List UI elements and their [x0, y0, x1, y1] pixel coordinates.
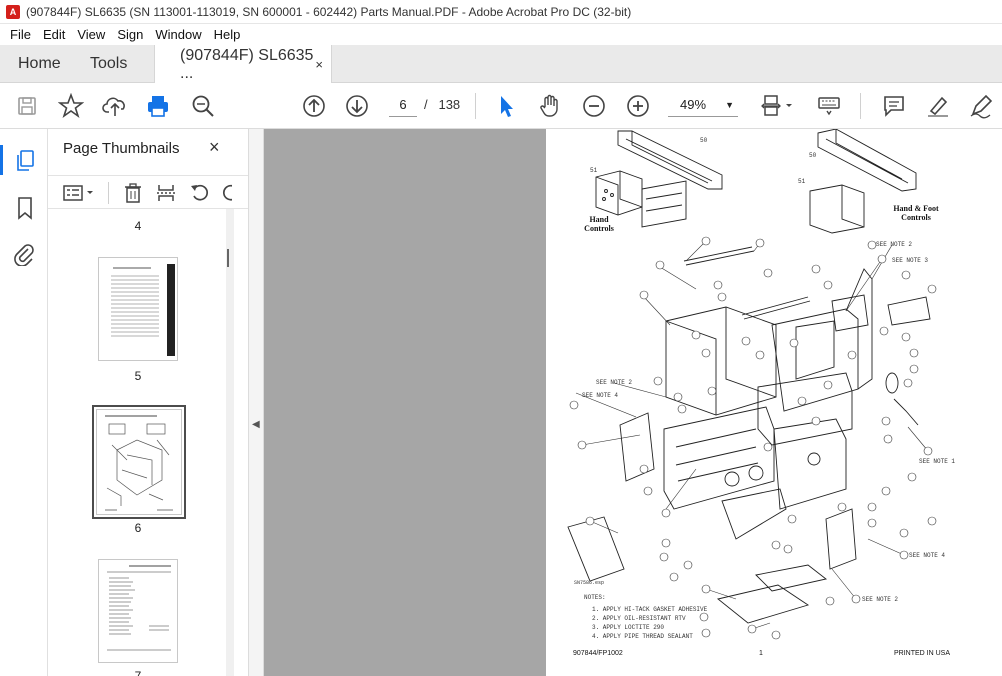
- label-hand-controls: Hand Controls: [584, 215, 614, 233]
- rail-active-indicator: [0, 145, 3, 175]
- next-page-icon[interactable]: [344, 93, 370, 119]
- menu-window[interactable]: Window: [149, 27, 207, 42]
- note-3: 3. APPLY LOCTITE 290: [592, 624, 665, 631]
- callout-51-left: 51: [590, 167, 598, 174]
- thumbnail-page-7[interactable]: [98, 559, 178, 663]
- page-number-input[interactable]: 6: [389, 93, 417, 117]
- thumbnail-label-page-6: 6: [134, 521, 142, 535]
- zoom-in-icon[interactable]: [625, 93, 651, 119]
- highlight-pen-icon[interactable]: [925, 93, 951, 119]
- thumbnails-panel: Page Thumbnails × 4 5 6 7: [48, 129, 248, 676]
- save-icon[interactable]: [16, 93, 38, 119]
- see-note-label: SEE NOTE 4: [582, 392, 619, 399]
- left-rail: [0, 129, 48, 676]
- zoom-out-icon[interactable]: [581, 93, 607, 119]
- delete-page-icon[interactable]: [122, 182, 144, 207]
- comment-icon[interactable]: [881, 93, 907, 119]
- zoom-level-value: 49%: [680, 97, 707, 112]
- menu-sign[interactable]: Sign: [111, 27, 149, 42]
- see-note-label: SEE NOTE 3: [892, 257, 929, 264]
- see-note-label: SEE NOTE 2: [862, 596, 899, 603]
- total-pages: 138: [438, 97, 461, 112]
- footer-page-number: 1: [759, 650, 763, 657]
- footer-printed: PRINTED IN USA: [894, 650, 951, 657]
- thumbnail-options-icon[interactable]: [62, 182, 96, 207]
- keyboard-icon[interactable]: [816, 93, 842, 119]
- bookmarks-icon[interactable]: [15, 196, 35, 223]
- callout-50-left: 50: [700, 137, 708, 144]
- note-2: 2. APPLY OIL-RESISTANT RTV: [592, 615, 686, 622]
- window-title: (907844F) SL6635 (SN 113001-113019, SN 6…: [26, 4, 632, 19]
- page-separator: /: [424, 97, 428, 112]
- acrobat-app-icon: A: [6, 4, 20, 19]
- footer-part-number: 907844/FP1002: [573, 650, 623, 657]
- rotate-clockwise-icon[interactable]: [220, 182, 232, 207]
- menu-help[interactable]: Help: [208, 27, 247, 42]
- tab-bar: Home Tools (907844F) SL6635 ... ×: [0, 45, 1002, 84]
- see-note-label: SEE NOTE 2: [596, 379, 633, 386]
- label-hand-foot-controls: Hand & Foot Controls: [893, 204, 939, 222]
- tab-document[interactable]: (907844F) SL6635 ... ×: [154, 45, 332, 84]
- thumbnail-scrollbar[interactable]: [226, 209, 234, 676]
- see-note-label: SEE NOTE 1: [919, 458, 956, 465]
- fill-sign-pen-icon[interactable]: [968, 93, 996, 119]
- drawing-id: SN7586.esp: [574, 580, 605, 586]
- pdf-page: 50 51 50 51 Hand Controls Hand & Foot Co…: [546, 129, 1002, 676]
- page-thumbnails-icon[interactable]: [14, 149, 36, 176]
- panel-title: Page Thumbnails: [63, 140, 180, 157]
- toolbar-divider: [860, 93, 861, 119]
- panel-close-icon[interactable]: ×: [209, 137, 220, 158]
- hand-tool-icon[interactable]: [537, 93, 563, 119]
- menu-edit[interactable]: Edit: [37, 27, 71, 42]
- rotate-counterclockwise-icon[interactable]: [189, 182, 211, 207]
- menu-bar: File Edit View Sign Window Help: [0, 24, 1002, 45]
- select-cursor-icon[interactable]: [495, 93, 517, 119]
- thumbnail-page-6[interactable]: [92, 405, 186, 519]
- page-fit-icon[interactable]: [760, 93, 794, 119]
- panel-toolbar-divider: [108, 182, 109, 204]
- see-note-label: SEE NOTE 4: [909, 552, 946, 559]
- upload-cloud-icon[interactable]: [102, 93, 128, 119]
- scrollbar-thumb[interactable]: [227, 249, 229, 267]
- thumbnail-label-page-5: 5: [134, 369, 142, 383]
- see-note-label: SEE NOTE 2: [876, 241, 913, 248]
- thumbnail-label-page-7: 7: [134, 669, 142, 676]
- tab-document-label: (907844F) SL6635 ...: [180, 46, 314, 82]
- bookmark-star-icon[interactable]: [58, 93, 84, 119]
- document-viewer[interactable]: 50 51 50 51 Hand Controls Hand & Foot Co…: [264, 129, 1002, 676]
- note-4: 4. APPLY PIPE THREAD SEALANT: [592, 633, 693, 640]
- print-icon[interactable]: [145, 93, 171, 119]
- extract-page-icon[interactable]: [155, 182, 177, 207]
- note-1: 1. APPLY HI-TACK GASKET ADHESIVE: [592, 606, 708, 613]
- title-bar: A (907844F) SL6635 (SN 113001-113019, SN…: [0, 0, 1002, 24]
- menu-view[interactable]: View: [71, 27, 111, 42]
- notes-title: NOTES:: [584, 594, 606, 601]
- thumbnail-label-page-4: 4: [134, 219, 142, 233]
- collapse-panel-icon[interactable]: ◀: [252, 419, 260, 430]
- main-toolbar: 6 / 138 49% ▼: [0, 83, 1002, 129]
- tab-tools[interactable]: Tools: [90, 45, 127, 83]
- thumbnail-page-5[interactable]: [98, 257, 178, 361]
- zoom-level-select[interactable]: 49% ▼: [668, 93, 738, 117]
- previous-page-icon[interactable]: [301, 93, 327, 119]
- thumbnail-list[interactable]: 4 5 6 7: [48, 209, 228, 676]
- callout-51-right: 51: [798, 178, 806, 185]
- zoom-search-icon[interactable]: [190, 93, 216, 119]
- tab-close-icon[interactable]: ×: [315, 57, 323, 72]
- attachments-icon[interactable]: [13, 242, 35, 269]
- page-count: / 138: [424, 97, 460, 112]
- chevron-down-icon: ▼: [725, 100, 734, 110]
- panel-splitter[interactable]: ◀: [248, 129, 264, 676]
- callout-50-right: 50: [809, 152, 817, 159]
- menu-file[interactable]: File: [4, 27, 37, 42]
- tab-home[interactable]: Home: [18, 45, 61, 83]
- thumbnail-toolbar: [48, 175, 248, 209]
- toolbar-divider: [475, 93, 476, 119]
